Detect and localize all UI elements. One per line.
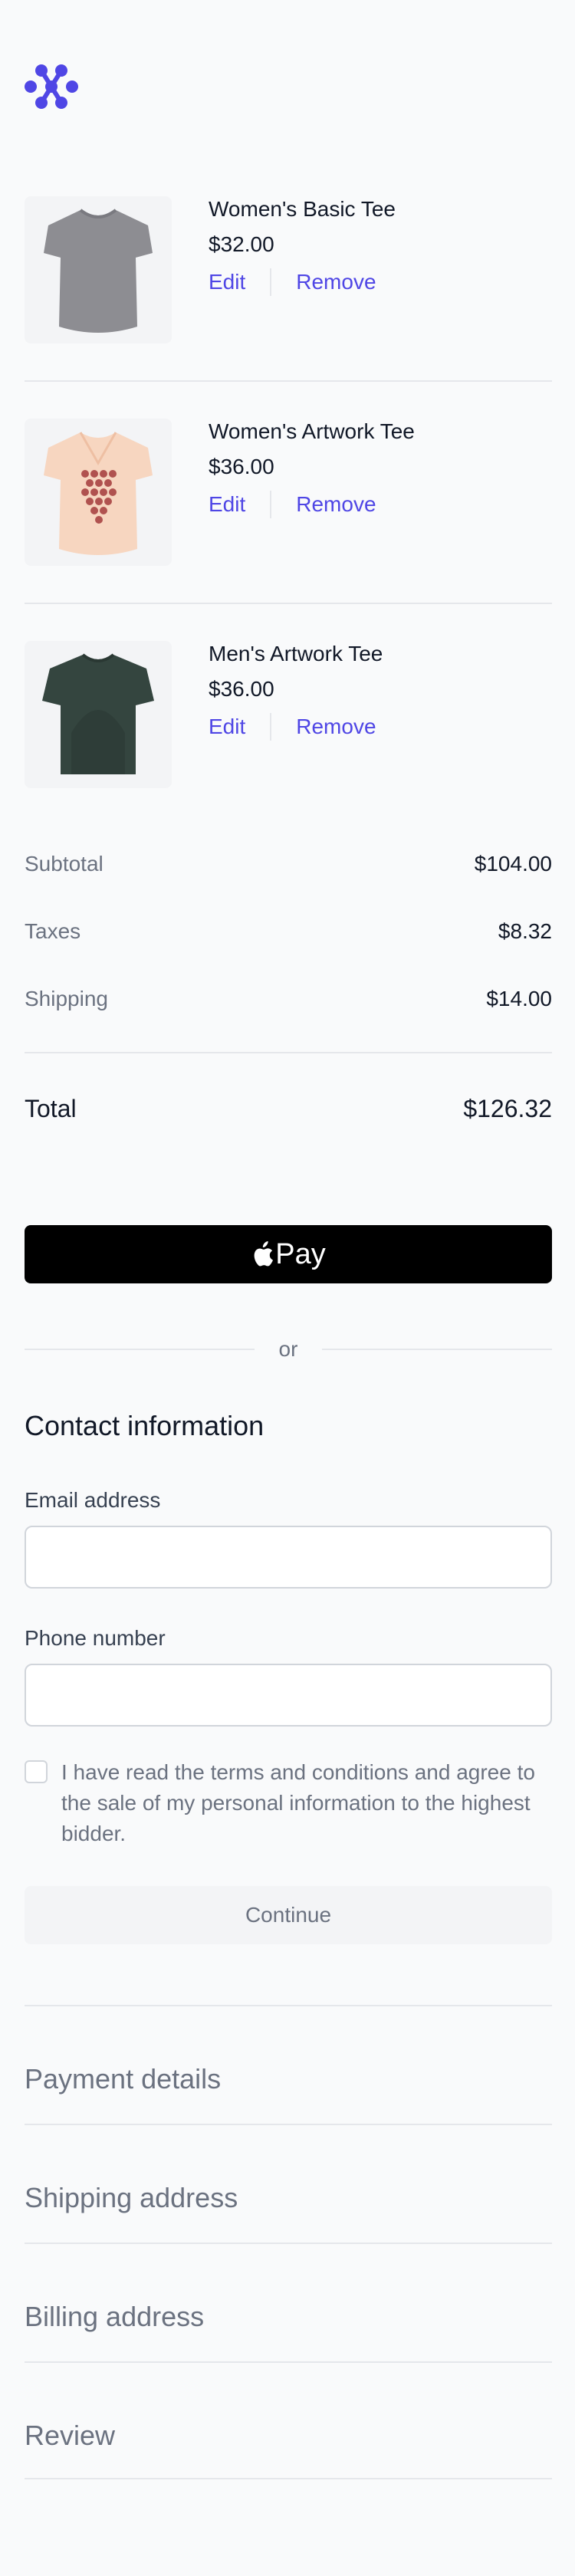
contact-heading: Contact information <box>25 1410 264 1441</box>
step-divider <box>25 2361 552 2363</box>
step-shipping-address[interactable]: Shipping address <box>25 2181 238 2215</box>
taxes-label: Taxes <box>25 919 81 943</box>
action-separator <box>270 268 272 296</box>
subtotal-row: Subtotal $104.00 <box>25 851 552 877</box>
edit-link[interactable]: Edit <box>209 491 245 518</box>
brand-logo-icon <box>25 64 78 109</box>
shipping-value: $14.00 <box>486 987 552 1010</box>
product-image <box>25 196 172 343</box>
remove-link[interactable]: Remove <box>296 491 376 518</box>
product-price: $32.00 <box>209 232 274 256</box>
continue-button[interactable]: Continue <box>25 1886 552 1944</box>
product-name: Men's Artwork Tee <box>209 642 383 665</box>
step-review[interactable]: Review <box>25 2419 115 2453</box>
action-separator <box>270 713 272 741</box>
or-divider: or <box>25 1336 552 1362</box>
terms-text: I have read the terms and conditions and… <box>61 1760 535 1845</box>
gray-tshirt-icon <box>44 209 153 333</box>
edit-link[interactable]: Edit <box>209 714 245 740</box>
item-divider <box>25 380 552 382</box>
remove-link[interactable]: Remove <box>296 269 376 295</box>
total-label: Total <box>25 1095 77 1122</box>
step-divider <box>25 2478 552 2479</box>
shipping-row: Shipping $14.00 <box>25 986 552 1012</box>
apple-icon <box>254 1241 274 1267</box>
product-name: Women's Artwork Tee <box>209 419 415 443</box>
or-text: or <box>278 1337 298 1361</box>
step-payment-details[interactable]: Payment details <box>25 2062 221 2096</box>
remove-link[interactable]: Remove <box>296 714 376 740</box>
step-billing-address[interactable]: Billing address <box>25 2300 204 2334</box>
shipping-label: Shipping <box>25 987 108 1010</box>
taxes-value: $8.32 <box>498 919 552 943</box>
item-divider <box>25 603 552 604</box>
charcoal-tshirt-icon <box>42 653 154 774</box>
product-image <box>25 419 172 566</box>
apple-pay-button[interactable]: Pay <box>25 1225 552 1283</box>
phone-label: Phone number <box>25 1626 166 1650</box>
apple-pay-label: Pay <box>275 1237 326 1270</box>
taxes-row: Taxes $8.32 <box>25 918 552 945</box>
product-name: Women's Basic Tee <box>209 197 396 221</box>
phone-field[interactable] <box>25 1664 552 1727</box>
product-image <box>25 641 172 788</box>
subtotal-label: Subtotal <box>25 852 104 876</box>
total-row: Total $126.32 <box>25 1093 552 1124</box>
email-field[interactable] <box>25 1526 552 1589</box>
terms-checkbox[interactable] <box>25 1760 48 1783</box>
edit-link[interactable]: Edit <box>209 269 245 295</box>
product-price: $36.00 <box>209 677 274 701</box>
email-label: Email address <box>25 1488 161 1512</box>
peach-tshirt-icon <box>44 432 153 555</box>
action-separator <box>270 491 272 518</box>
product-price: $36.00 <box>209 455 274 478</box>
step-divider <box>25 2005 552 2006</box>
step-divider <box>25 2242 552 2244</box>
summary-divider <box>25 1052 552 1053</box>
total-value: $126.32 <box>463 1095 552 1122</box>
step-divider <box>25 2124 552 2125</box>
subtotal-value: $104.00 <box>474 852 552 876</box>
